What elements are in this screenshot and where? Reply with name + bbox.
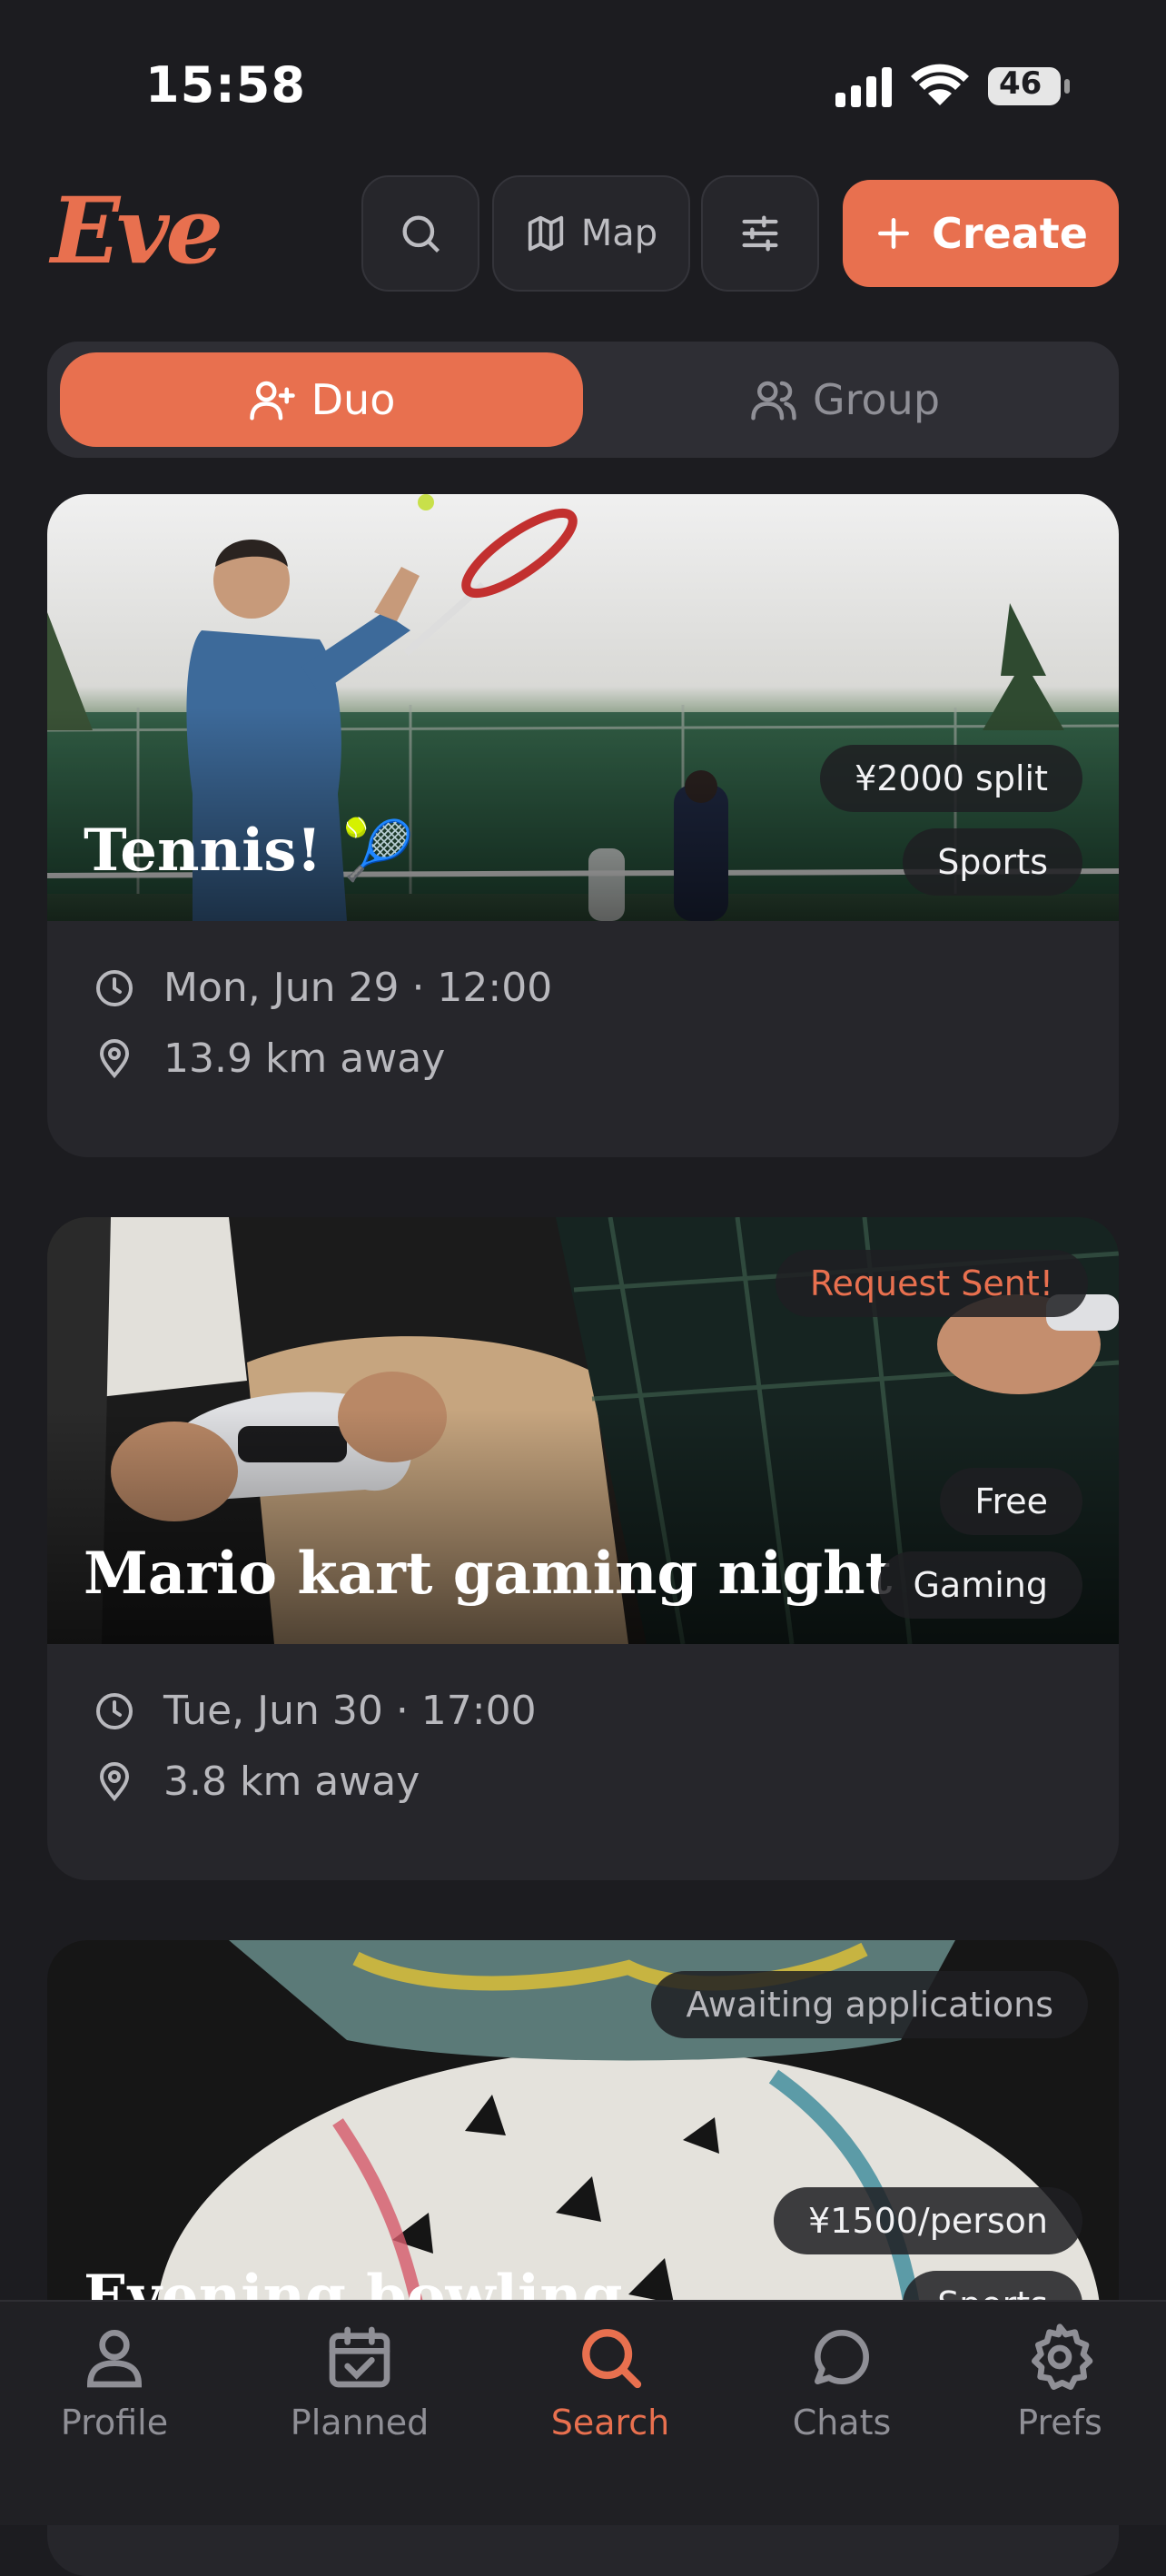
- category-badge: Sports: [903, 828, 1082, 896]
- create-label: Create: [932, 209, 1088, 258]
- plus-icon: [878, 218, 910, 249]
- sliders-icon: [742, 215, 778, 252]
- map-button[interactable]: Map: [492, 175, 690, 292]
- tab-label: Search: [550, 2403, 670, 2442]
- battery-level: 46: [999, 65, 1042, 102]
- status-icons: 46: [835, 64, 1072, 109]
- event-date: Mon, Jun 29 · 12:00: [163, 965, 553, 1011]
- tab-group-label: Group: [812, 375, 941, 424]
- event-distance: 3.8 km away: [163, 1759, 420, 1805]
- price-badge: Free: [940, 1468, 1082, 1535]
- price-badge: ¥1500/person: [774, 2187, 1082, 2254]
- app-logo: Eve: [51, 177, 223, 284]
- tab-duo-label: Duo: [311, 375, 396, 424]
- location-pin-icon: [99, 1761, 130, 1801]
- event-card[interactable]: Request Sent! Mario kart gaming night Fr…: [47, 1217, 1119, 1880]
- tab-profile[interactable]: Profile: [15, 2321, 214, 2442]
- category-badge: Gaming: [878, 1551, 1082, 1619]
- event-date: Tue, Jun 30 · 17:00: [163, 1688, 537, 1734]
- tab-label: Profile: [60, 2403, 169, 2442]
- tab-label: Prefs: [1017, 2403, 1102, 2442]
- search-button[interactable]: [361, 175, 479, 292]
- event-distance-row: 3.8 km away: [93, 1759, 420, 1805]
- event-date-row: Tue, Jun 30 · 17:00: [93, 1688, 537, 1734]
- tab-chats[interactable]: Chats: [742, 2321, 942, 2442]
- event-title: Mario kart gaming night: [84, 1540, 893, 1608]
- event-distance: 13.9 km away: [163, 1035, 446, 1082]
- tab-planned[interactable]: Planned: [260, 2321, 459, 2442]
- create-button[interactable]: Create: [843, 180, 1119, 287]
- add-person-icon: [249, 381, 295, 421]
- clock-icon: [96, 1692, 133, 1729]
- map-icon: [528, 215, 563, 252]
- status-time: 15:58: [145, 56, 306, 114]
- event-distance-row: 13.9 km away: [93, 1035, 445, 1082]
- map-label: Map: [580, 213, 658, 254]
- application-status-badge: Awaiting applications: [651, 1971, 1088, 2038]
- event-title: Tennis! 🎾: [84, 817, 415, 885]
- tab-label: Planned: [290, 2403, 430, 2442]
- tab-prefs[interactable]: Prefs: [960, 2321, 1160, 2442]
- group-icon: [751, 381, 796, 421]
- event-date-row: Mon, Jun 29 · 12:00: [93, 965, 552, 1011]
- tab-search[interactable]: Search: [510, 2321, 710, 2442]
- calendar-check-icon: [329, 2326, 390, 2388]
- clock-icon: [96, 969, 133, 1006]
- location-pin-icon: [99, 1038, 130, 1078]
- tab-duo[interactable]: Duo: [60, 352, 583, 447]
- filter-button[interactable]: [701, 175, 819, 292]
- request-status-badge: Request Sent!: [775, 1250, 1088, 1317]
- search-icon: [582, 2329, 642, 2389]
- tab-group[interactable]: Group: [583, 352, 1106, 447]
- chat-bubble-icon: [815, 2330, 869, 2384]
- price-badge: ¥2000 split: [820, 745, 1082, 812]
- person-icon: [86, 2330, 143, 2388]
- event-card[interactable]: Tennis! 🎾 ¥2000 split Sports Mon, Jun 29…: [47, 494, 1119, 1157]
- gear-icon: [1032, 2323, 1093, 2390]
- search-icon: [402, 215, 440, 253]
- tab-label: Chats: [792, 2403, 892, 2442]
